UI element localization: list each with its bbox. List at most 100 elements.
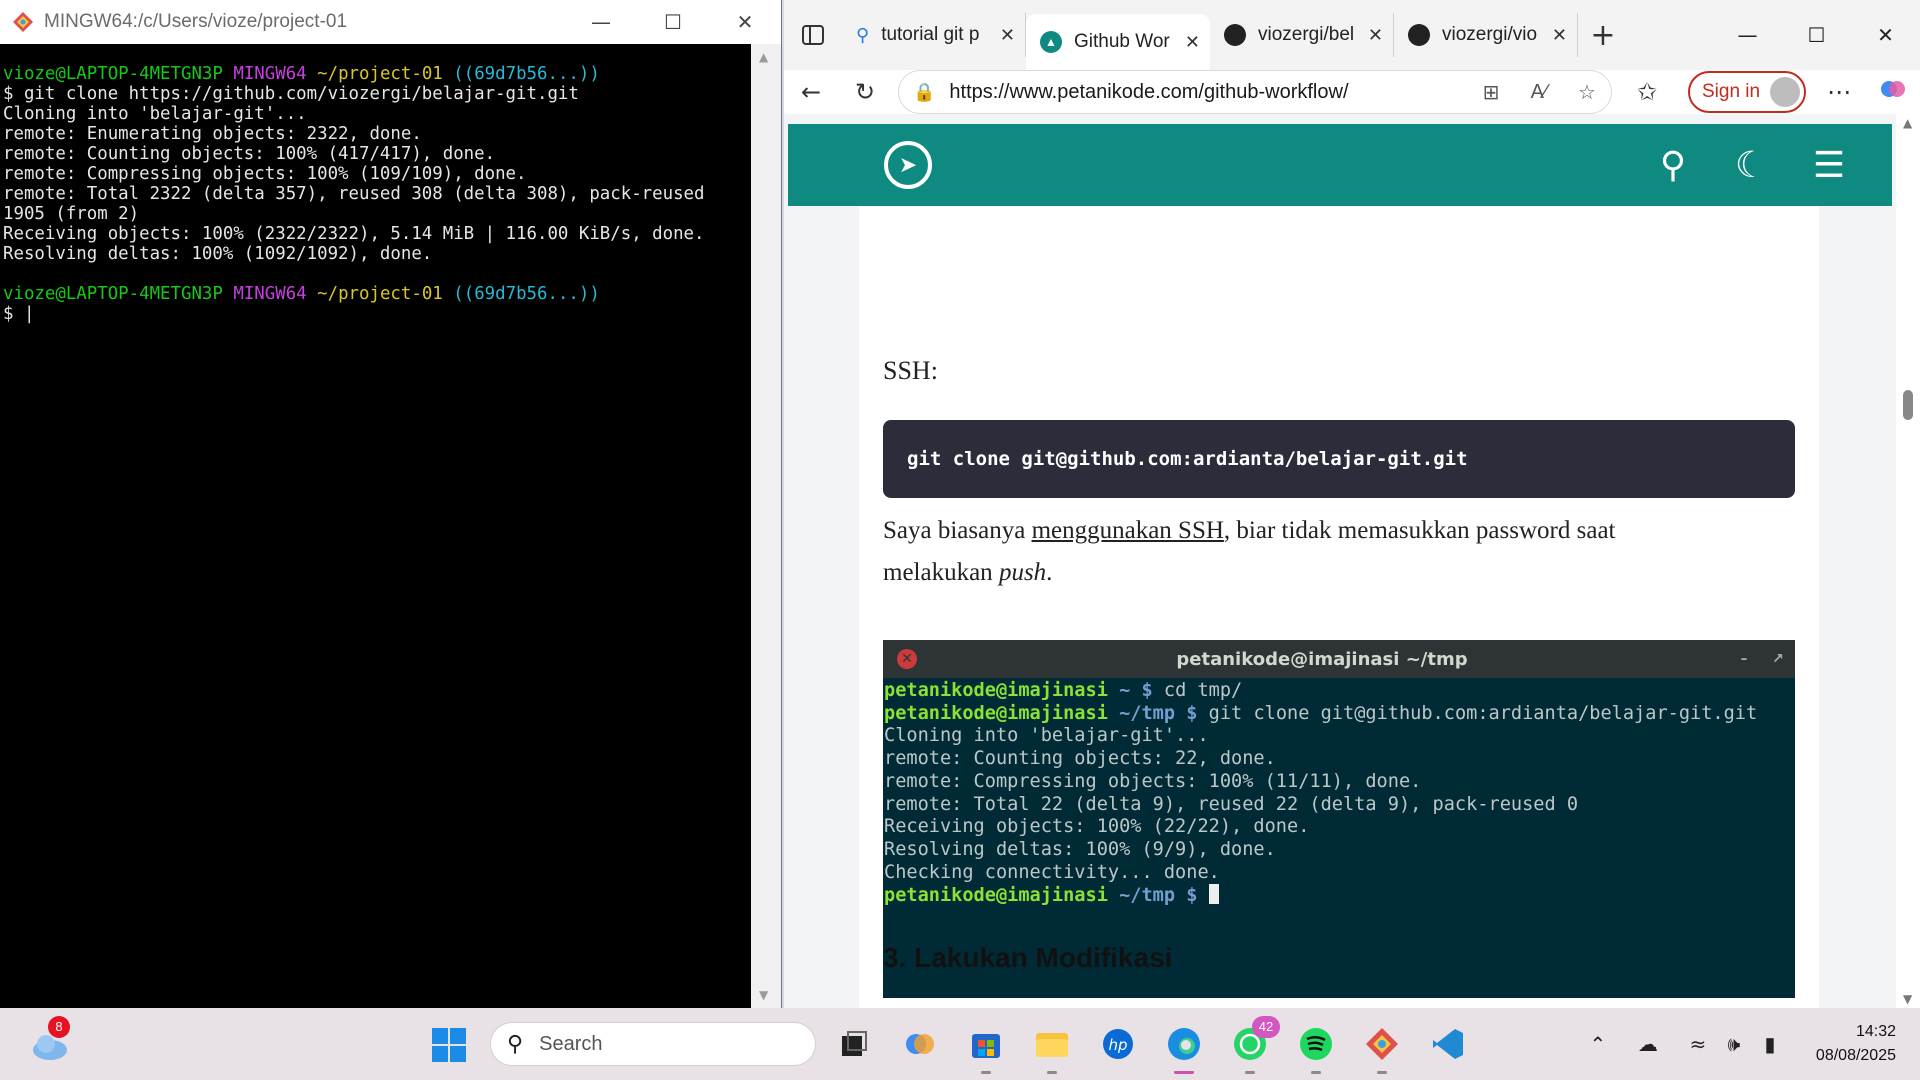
start-button[interactable]	[432, 1028, 466, 1066]
tab-github-workflow[interactable]: ▲ Github Wor ✕	[1026, 14, 1210, 70]
command-line: $ git clone https://github.com/viozergi/…	[3, 84, 579, 104]
tab-close-icon[interactable]: ✕	[1368, 25, 1383, 46]
ssh-label: SSH:	[883, 356, 938, 385]
spotify-icon	[1300, 1028, 1332, 1060]
copilot-icon[interactable]	[1866, 76, 1920, 108]
tab-close-icon[interactable]: ✕	[1185, 32, 1200, 53]
github-icon	[1408, 24, 1430, 46]
tab-close-icon[interactable]: ✕	[1000, 25, 1015, 46]
git-bash-window[interactable]: MINGW64:/c/Users/vioze/project-01 — ☐ ✕ …	[0, 0, 782, 1008]
maximize-button[interactable]: ☐	[637, 0, 709, 44]
code-block: git clone git@github.com:ardianta/belaja…	[883, 420, 1795, 498]
volume-icon[interactable]: 🕪	[1716, 1032, 1752, 1056]
output-line: remote: Enumerating objects: 2322, done.	[3, 124, 422, 144]
more-menu-icon[interactable]: ⋯	[1812, 78, 1866, 106]
cursor	[1208, 884, 1219, 905]
output-line: Receiving objects: 100% (2322/2322), 5.1…	[3, 224, 705, 244]
favorites-icon[interactable]: ✩	[1620, 78, 1674, 106]
url-text[interactable]: https://www.petanikode.com/github-workfl…	[949, 81, 1467, 104]
app-available-icon[interactable]: ⊞	[1467, 80, 1515, 104]
tab-bar: ⚲ tutorial git p ✕ ▲ Github Wor ✕ viozer…	[784, 0, 1920, 70]
tab-tutorial-git[interactable]: ⚲ tutorial git p ✕	[842, 13, 1026, 57]
taskbar-hp[interactable]: hp	[1098, 1024, 1138, 1064]
store-icon	[972, 1034, 1000, 1058]
site-logo[interactable]: ➤	[884, 141, 932, 189]
system-tray: ⌃ ☁ ≈ 🕪 ▮ 14:32 08/08/2025	[1580, 1008, 1896, 1080]
edge-icon	[1168, 1028, 1200, 1060]
task-view-icon	[842, 1031, 867, 1056]
taskbar-file-explorer[interactable]	[1032, 1024, 1072, 1074]
git-bash-icon	[1366, 1028, 1398, 1060]
terminal-output[interactable]: vioze@LAPTOP-4METGN3P MINGW64 ~/project-…	[0, 44, 752, 1008]
battery-icon[interactable]: ▮	[1752, 1032, 1788, 1056]
menu-icon[interactable]: ☰	[1790, 145, 1868, 186]
git-bash-titlebar[interactable]: MINGW64:/c/Users/vioze/project-01 — ☐ ✕	[0, 0, 781, 44]
close-button[interactable]: ✕	[1851, 5, 1920, 65]
output-line: 1905 (from 2)	[3, 204, 140, 224]
taskbar-git-bash[interactable]	[1362, 1024, 1402, 1074]
article-content: SSH: git clone git@github.com:ardianta/b…	[859, 206, 1819, 1008]
read-aloud-icon[interactable]: A∕	[1515, 81, 1563, 104]
page-scrollbar[interactable]: ▲ ▼	[1896, 114, 1920, 1008]
page-viewport[interactable]: ➤ ⚲ ☾ ☰ SSH: git clone git@github.com:ar…	[784, 114, 1896, 1008]
search-icon[interactable]: ⚲	[1634, 145, 1712, 186]
edge-browser-window[interactable]: ⚲ tutorial git p ✕ ▲ Github Wor ✕ viozer…	[784, 0, 1920, 1008]
output-line: remote: Counting objects: 100% (417/417)…	[3, 144, 496, 164]
minimize-icon: –	[1740, 651, 1748, 667]
chevron-up-icon[interactable]: ⌃	[1580, 1032, 1616, 1056]
scroll-up-icon[interactable]: ▲	[1903, 116, 1912, 130]
dark-mode-icon[interactable]: ☾	[1712, 145, 1790, 186]
ssh-link[interactable]: menggunakan SSH	[1032, 517, 1224, 544]
weather-widget[interactable]: 8	[30, 1016, 70, 1064]
vscode-icon	[1433, 1029, 1463, 1059]
taskbar-search[interactable]: ⚲ Search	[490, 1022, 816, 1066]
onedrive-icon[interactable]: ☁	[1630, 1032, 1666, 1056]
taskbar-vscode[interactable]	[1428, 1024, 1468, 1064]
taskbar-store[interactable]	[966, 1024, 1006, 1074]
back-button[interactable]: ←	[784, 78, 838, 106]
scroll-up-icon[interactable]: ▲	[759, 50, 768, 64]
scroll-down-icon[interactable]: ▼	[759, 988, 768, 1002]
taskbar-whatsapp[interactable]: 42	[1230, 1016, 1280, 1074]
tab-close-icon[interactable]: ✕	[1552, 25, 1567, 46]
screenshot-output: petanikode@imajinasi ~ $ cd tmp/petaniko…	[884, 680, 1758, 907]
paragraph: Saya biasanya menggunakan SSH, biar tida…	[883, 517, 1616, 586]
terminal-scrollbar[interactable]: ▲ ▼	[751, 44, 781, 1008]
maximize-icon: ↗	[1772, 651, 1784, 667]
favorite-star-icon[interactable]: ☆	[1563, 80, 1611, 104]
output-line: remote: Compressing objects: 100% (109/1…	[3, 164, 527, 184]
clock[interactable]: 14:32 08/08/2025	[1816, 1020, 1896, 1068]
tab-actions-button[interactable]	[784, 0, 842, 70]
section-heading: 3. Lakukan Modifikasi	[883, 942, 1173, 973]
weather-badge: 8	[48, 1016, 70, 1038]
github-icon	[1224, 24, 1246, 46]
petanikode-icon: ▲	[1040, 31, 1062, 53]
taskbar-spotify[interactable]	[1296, 1024, 1336, 1074]
wifi-icon[interactable]: ≈	[1680, 1032, 1716, 1056]
time: 14:32	[1855, 1023, 1896, 1040]
hp-icon: hp	[1103, 1029, 1133, 1059]
task-view-button[interactable]	[834, 1024, 874, 1064]
scrollbar-thumb[interactable]	[1903, 390, 1913, 420]
address-bar[interactable]: 🔒 https://www.petanikode.com/github-work…	[898, 70, 1612, 114]
close-button[interactable]: ✕	[709, 0, 781, 44]
sign-in-button[interactable]: Sign in	[1688, 71, 1806, 113]
output-line: Resolving deltas: 100% (1092/1092), done…	[3, 244, 433, 264]
windows-icon	[432, 1028, 466, 1062]
new-tab-button[interactable]: +	[1578, 18, 1628, 53]
minimize-button[interactable]: —	[1713, 5, 1782, 65]
prompt-line: vioze@LAPTOP-4METGN3P MINGW64 ~/project-…	[3, 64, 600, 84]
tab-viozergi-belajar[interactable]: viozergi/bel ✕	[1210, 13, 1394, 57]
prompt-line: vioze@LAPTOP-4METGN3P MINGW64 ~/project-…	[3, 284, 600, 304]
input-line[interactable]: $ |	[3, 304, 752, 324]
window-title: MINGW64:/c/Users/vioze/project-01	[44, 11, 348, 32]
tab-viozergi-vio[interactable]: viozergi/vio ✕	[1394, 13, 1578, 57]
refresh-button[interactable]: ↻	[838, 78, 892, 106]
taskbar-copilot[interactable]	[900, 1024, 940, 1064]
maximize-button[interactable]: ☐	[1782, 5, 1851, 65]
copilot-icon	[906, 1034, 934, 1054]
minimize-button[interactable]: —	[565, 0, 637, 44]
lock-icon: 🔒	[913, 81, 936, 103]
taskbar-edge[interactable]	[1164, 1024, 1204, 1074]
scroll-down-icon[interactable]: ▼	[1903, 992, 1912, 1006]
